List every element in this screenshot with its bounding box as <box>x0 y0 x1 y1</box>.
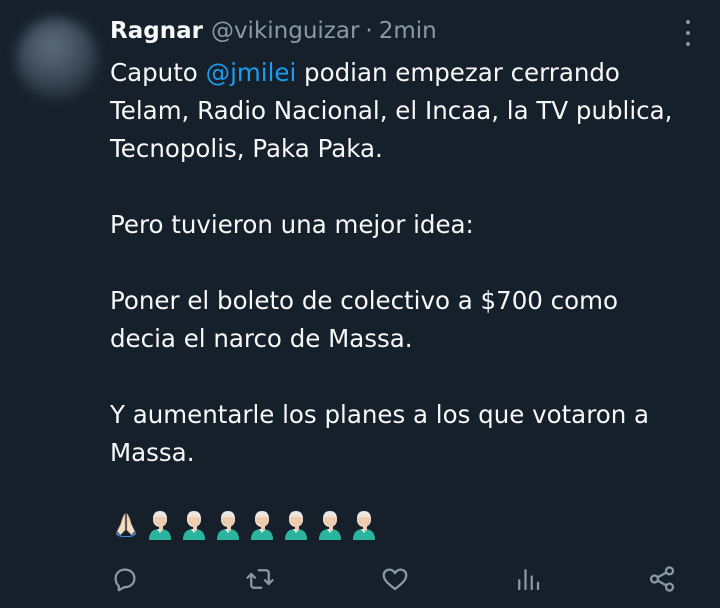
tweet-line: Telam, Radio Nacional, el Incaa, la TV p… <box>110 96 673 125</box>
tweet-text-segment: Caputo <box>110 58 206 87</box>
tweet-header: Ragnar @vikinguizar · 2min <box>110 14 437 48</box>
face-palm-icon <box>251 511 273 540</box>
tweet-line: Caputo @jmilei podian empezar cerrando <box>110 54 710 92</box>
tweet-line <box>110 244 710 282</box>
face-palm-icon <box>319 511 341 540</box>
avatar[interactable] <box>16 18 98 100</box>
tweet-line <box>110 168 710 206</box>
timestamp[interactable]: 2min <box>379 18 437 44</box>
face-palm-icon <box>183 511 205 540</box>
tweet-line: Massa. <box>110 438 195 467</box>
emoji-row <box>110 508 380 540</box>
more-options-icon[interactable] <box>680 20 696 46</box>
face-palm-icon <box>149 511 171 540</box>
tweet-actions <box>0 558 720 598</box>
tweet-line: decia el narco de Massa. <box>110 324 413 353</box>
tweet-text: Caputo @jmilei podian empezar cerrando T… <box>110 54 710 472</box>
tweet[interactable]: Ragnar @vikinguizar · 2min Caputo @jmile… <box>0 0 720 608</box>
author-handle[interactable]: @vikinguizar <box>211 18 359 44</box>
views-icon <box>518 569 540 591</box>
share-button[interactable] <box>645 562 679 596</box>
face-palm-icon <box>353 511 375 540</box>
tweet-line: Pero tuvieron una mejor idea: <box>110 210 474 239</box>
tweet-line <box>110 358 710 396</box>
like-button[interactable] <box>378 562 412 596</box>
separator-dot: · <box>365 18 373 44</box>
tweet-line: Poner el boleto de colectivo a $700 como <box>110 286 618 315</box>
face-palm-icon <box>217 511 239 540</box>
reply-icon <box>114 568 136 592</box>
views-button[interactable] <box>511 562 545 596</box>
face-palm-icon <box>285 511 307 540</box>
retweet-icon <box>246 569 274 589</box>
tweet-text-segment: podian empezar cerrando <box>296 58 620 87</box>
share-icon <box>649 566 675 592</box>
mention-link[interactable]: @jmilei <box>206 58 297 87</box>
author-name[interactable]: Ragnar <box>110 18 203 44</box>
retweet-button[interactable] <box>243 562 277 596</box>
like-icon <box>382 568 408 591</box>
reply-button[interactable] <box>108 562 142 596</box>
tweet-line: Y aumentarle los planes a los que votaro… <box>110 400 650 429</box>
tweet-line: Tecnopolis, Paka Paka. <box>110 134 383 163</box>
folded-hands-icon <box>116 513 136 538</box>
